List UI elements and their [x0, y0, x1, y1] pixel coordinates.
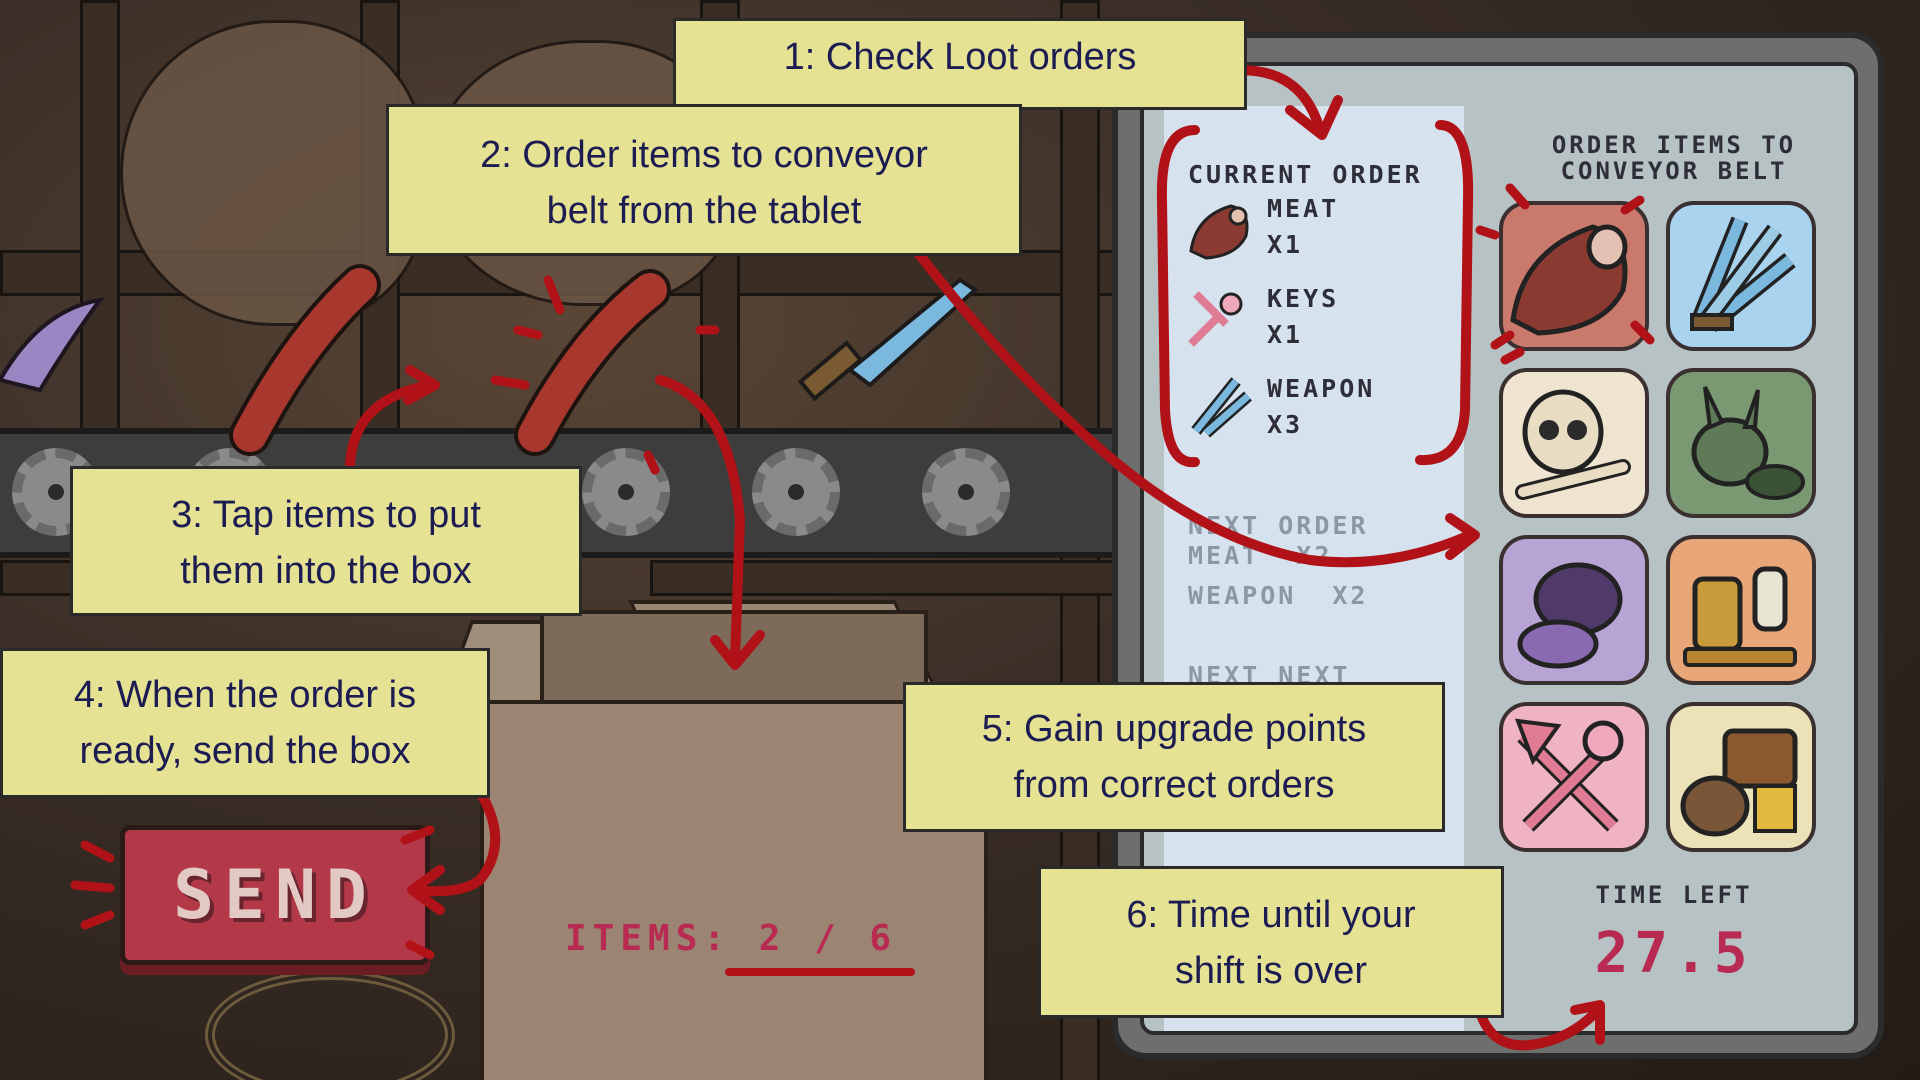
- grid-title-line: CONVEYOR BELT: [1560, 157, 1788, 185]
- sword-icon[interactable]: [797, 277, 979, 402]
- current-order-item: KEYS X1: [1267, 281, 1339, 353]
- rope-coil: [205, 970, 455, 1080]
- grid-title: ORDER ITEMS TO CONVEYOR BELT: [1509, 132, 1839, 184]
- gear-icon: [582, 448, 670, 536]
- order-item-name: WEAPON: [1267, 374, 1376, 403]
- time-left-value: 27.5: [1594, 921, 1754, 986]
- order-item-qty: X2: [1332, 581, 1369, 610]
- callout-line: 4: When the order is: [73, 674, 417, 716]
- callout-step6: 6: Time until your shift is over: [1038, 866, 1504, 1018]
- next-order-item: MEAT X2: [1188, 541, 1332, 570]
- grid-title-line: ORDER ITEMS TO: [1551, 131, 1797, 159]
- background-shelf: [650, 560, 1116, 596]
- callout-line: ready, send the box: [79, 730, 411, 772]
- callout-line: from correct orders: [1013, 764, 1335, 806]
- skull-icon: [1515, 389, 1631, 500]
- order-item-name: KEYS: [1267, 284, 1340, 313]
- callout-line: 2: Order items to conveyor: [480, 134, 928, 176]
- order-skull-button[interactable]: [1499, 368, 1649, 518]
- fish-icon[interactable]: [0, 297, 105, 393]
- order-item-qty: X1: [1267, 320, 1304, 349]
- order-item-name: MEAT: [1267, 194, 1340, 223]
- keys-icon: [1188, 291, 1243, 347]
- callout-step2: 2: Order items to conveyor belt from the…: [386, 104, 1022, 256]
- next-order-item: WEAPON X2: [1188, 581, 1368, 610]
- order-meat-button[interactable]: [1499, 201, 1649, 351]
- callout-line: 1: Check Loot orders: [783, 36, 1137, 78]
- order-item-qty: X3: [1267, 410, 1304, 439]
- order-lantern-button[interactable]: [1666, 535, 1816, 685]
- order-item-name: WEAPON: [1188, 581, 1297, 610]
- next-order-title: NEXT ORDER: [1188, 511, 1369, 540]
- order-item-qty: X1: [1267, 230, 1304, 259]
- order-item-name: MEAT: [1188, 541, 1261, 570]
- callout-line: shift is over: [1174, 950, 1368, 992]
- keys-icon: [1514, 718, 1624, 832]
- items-underline: [725, 968, 915, 976]
- items-count: ITEMS: 2 / 6: [565, 918, 898, 959]
- order-swords-button[interactable]: [1666, 201, 1816, 351]
- order-creature-button[interactable]: [1499, 535, 1649, 685]
- sausage-icon[interactable]: [229, 264, 381, 456]
- meat-icon: [1189, 204, 1249, 260]
- callout-line: 3: Tap items to put: [171, 494, 481, 536]
- creature-icon: [1517, 562, 1623, 669]
- order-item-qty: X2: [1296, 541, 1333, 570]
- send-button[interactable]: SEND: [120, 825, 430, 965]
- callout-step4: 4: When the order is ready, send the box: [0, 648, 490, 798]
- current-order-title: CURRENT ORDER: [1188, 160, 1423, 189]
- callout-line: 5: Gain upgrade points: [981, 708, 1367, 750]
- gear-icon: [922, 448, 1010, 536]
- weapon-icon: [1191, 377, 1252, 438]
- swords-icon: [1690, 216, 1796, 332]
- gear-icon: [752, 448, 840, 536]
- sausage-icon[interactable]: [514, 269, 671, 456]
- conveyor-items: [0, 264, 979, 456]
- callout-line: 6: Time until your: [1126, 894, 1416, 936]
- time-left-label: TIME LEFT: [1595, 881, 1753, 909]
- order-keys-button[interactable]: [1499, 702, 1649, 852]
- callout-line: belt from the tablet: [546, 190, 862, 232]
- callout-step5: 5: Gain upgrade points from correct orde…: [903, 682, 1445, 832]
- box-opening: [540, 610, 928, 708]
- order-zombie-bunny-button[interactable]: [1666, 368, 1816, 518]
- callout-step3: 3: Tap items to put them into the box: [70, 466, 582, 616]
- meat-icon: [1510, 224, 1628, 336]
- zombie-bunny-icon: [1691, 386, 1805, 500]
- current-order-item: WEAPON X3: [1267, 371, 1375, 443]
- lantern-icon: [1683, 566, 1797, 667]
- treasure-icon: [1680, 728, 1798, 837]
- order-treasure-button[interactable]: [1666, 702, 1816, 852]
- callout-step1: 1: Check Loot orders: [673, 18, 1247, 110]
- callout-line: them into the box: [180, 550, 472, 592]
- current-order-item: MEAT X1: [1267, 191, 1339, 263]
